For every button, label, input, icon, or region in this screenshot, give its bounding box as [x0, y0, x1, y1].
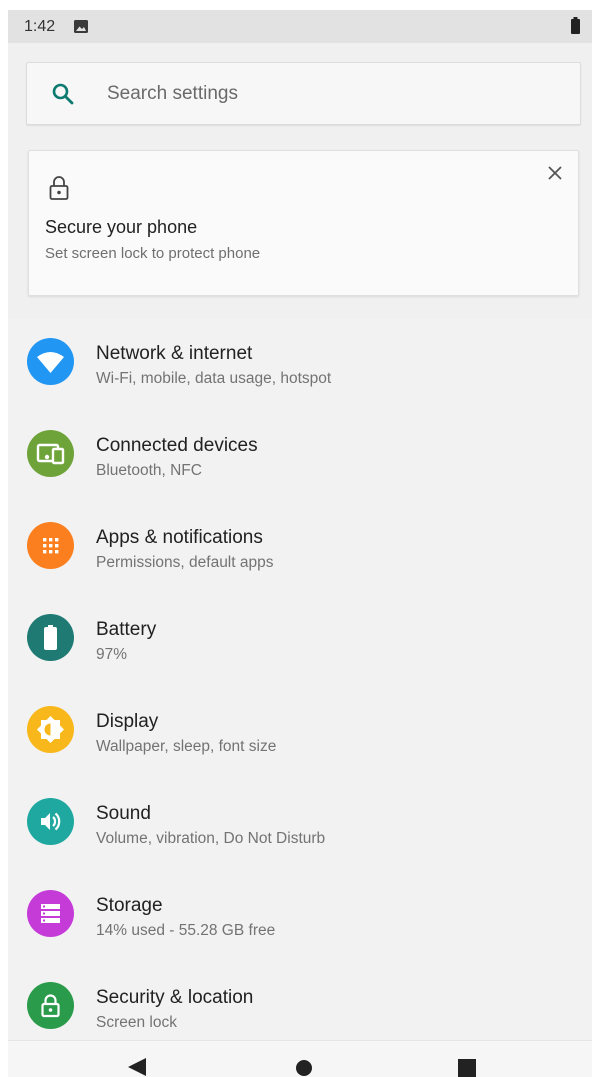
suggestion-subtitle: Set screen lock to protect phone	[45, 245, 261, 262]
item-subtitle: Wi-Fi, mobile, data usage, hotspot	[96, 370, 332, 387]
settings-item-apps[interactable]: Apps & notifications Permissions, defaul…	[8, 503, 592, 595]
status-bar: 1:42	[8, 10, 592, 43]
item-title: Storage	[96, 895, 163, 916]
item-subtitle: Bluetooth, NFC	[96, 462, 202, 479]
suggestion-title: Secure your phone	[45, 217, 198, 237]
recents-icon[interactable]	[458, 1059, 476, 1077]
battery-status-icon	[571, 17, 580, 34]
item-title: Security & location	[96, 987, 254, 1008]
settings-list: Network & internet Wi-Fi, mobile, data u…	[8, 319, 592, 1055]
apps-grid-icon	[27, 522, 74, 569]
settings-screen: 1:42 Search settings Secure your phone S…	[8, 10, 592, 1077]
wifi-icon	[27, 338, 74, 385]
item-subtitle: Volume, vibration, Do Not Disturb	[96, 830, 326, 847]
settings-item-battery[interactable]: Battery 97%	[8, 595, 592, 687]
search-icon	[52, 83, 74, 105]
navigation-bar	[8, 1040, 592, 1077]
suggestion-card[interactable]: Secure your phone Set screen lock to pro…	[28, 150, 579, 296]
volume-icon	[27, 798, 74, 845]
settings-item-display[interactable]: Display Wallpaper, sleep, font size	[8, 687, 592, 779]
back-icon[interactable]	[128, 1058, 146, 1076]
item-subtitle: Screen lock	[96, 1014, 177, 1031]
home-icon[interactable]	[296, 1060, 312, 1076]
brightness-icon	[27, 706, 74, 753]
devices-icon	[27, 430, 74, 477]
storage-icon	[27, 890, 74, 937]
status-time: 1:42	[24, 18, 56, 35]
header-area: Search settings Secure your phone Set sc…	[8, 43, 592, 319]
settings-item-connected-devices[interactable]: Connected devices Bluetooth, NFC	[8, 411, 592, 503]
image-notification-icon	[74, 20, 88, 33]
search-bar[interactable]: Search settings	[26, 62, 581, 125]
item-title: Network & internet	[96, 343, 253, 364]
item-title: Display	[96, 711, 159, 732]
item-subtitle: 97%	[96, 646, 128, 663]
item-title: Sound	[96, 803, 151, 824]
item-title: Battery	[96, 619, 157, 640]
settings-item-storage[interactable]: Storage 14% used - 55.28 GB free	[8, 871, 592, 963]
item-subtitle: 14% used - 55.28 GB free	[96, 922, 276, 939]
item-subtitle: Permissions, default apps	[96, 554, 274, 571]
close-icon[interactable]	[547, 165, 563, 181]
lock-icon	[49, 176, 69, 200]
lock-icon	[27, 982, 74, 1029]
battery-icon	[27, 614, 74, 661]
item-subtitle: Wallpaper, sleep, font size	[96, 738, 277, 755]
settings-item-sound[interactable]: Sound Volume, vibration, Do Not Disturb	[8, 779, 592, 871]
settings-item-network[interactable]: Network & internet Wi-Fi, mobile, data u…	[8, 319, 592, 411]
search-input[interactable]: Search settings	[107, 83, 238, 105]
item-title: Apps & notifications	[96, 527, 263, 548]
item-title: Connected devices	[96, 435, 258, 456]
